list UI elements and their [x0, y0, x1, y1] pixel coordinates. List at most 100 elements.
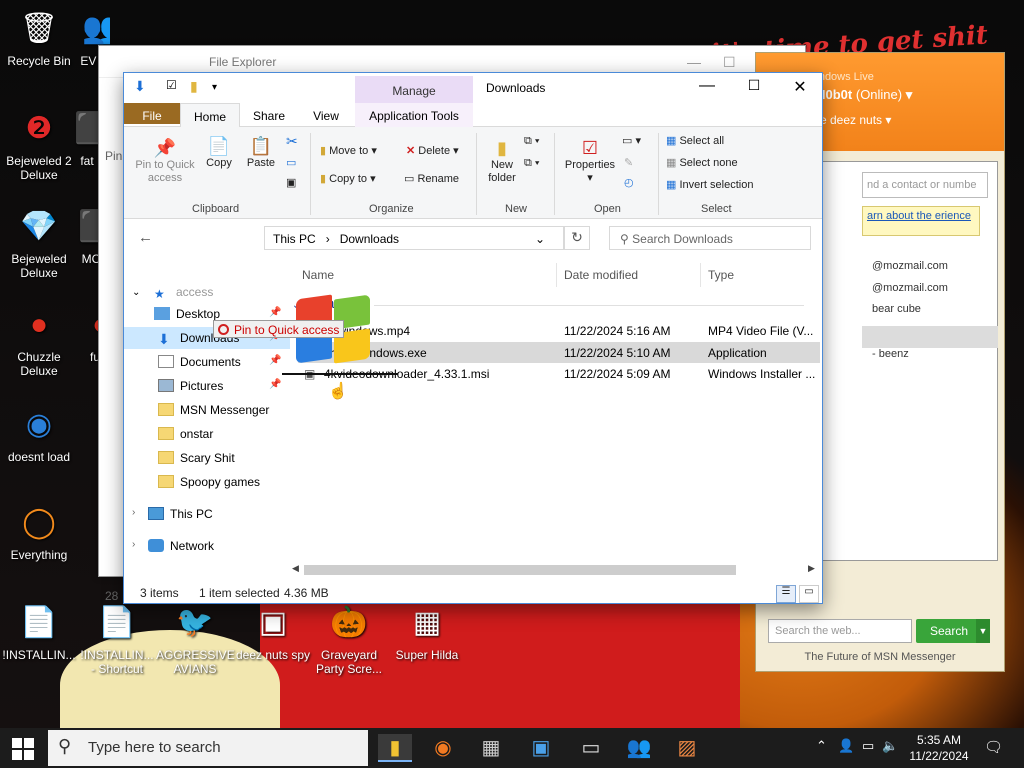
file-explorer-window[interactable]: ⬇ ☑ ▮ ▾ Manage Downloads — ☐ ✕ File Home… — [123, 72, 823, 604]
taskbar-file-explorer-icon[interactable]: ▮ — [378, 734, 412, 762]
desktop-icon-bejeweled2[interactable]: ❷ Bejeweled 2 Deluxe — [0, 108, 78, 183]
taskbar-firefox-icon[interactable]: ◉ — [428, 734, 458, 762]
nav-item-pictures[interactable]: Pictures — [158, 375, 223, 397]
taskbar-app-icon[interactable]: ▦ — [476, 734, 506, 762]
taskbar-virtualbox-icon[interactable]: ▣ — [526, 734, 556, 762]
file-row-selected[interactable]: ⚑ chilledwindows.exe 11/22/2024 5:10 AM … — [298, 342, 820, 363]
select-none-button[interactable]: ▦ Select none — [666, 157, 738, 170]
background-maximize-icon[interactable]: ☐ — [723, 54, 736, 71]
customize-quick-access-icon[interactable]: ▾ — [212, 82, 217, 93]
taskbar-search-box[interactable]: ⚲ Type here to search — [48, 730, 368, 766]
invert-selection-button[interactable]: ▦ Invert selection — [666, 179, 753, 192]
tray-volume-icon[interactable]: 🔈 — [882, 738, 898, 754]
history-icon[interactable]: ◴ — [624, 177, 634, 190]
desktop-icon-deez-nuts-spy[interactable]: ▣ deez nuts spy — [234, 602, 312, 663]
copy-path-icon[interactable]: ▭ — [286, 157, 296, 170]
refresh-icon[interactable]: ↻ — [564, 226, 590, 250]
expand-quick-access-icon[interactable]: ⌄ — [132, 283, 140, 305]
expand-network-icon[interactable]: › — [132, 535, 135, 557]
scroll-right-icon[interactable]: ▶ — [808, 563, 815, 574]
nav-item-quick-access[interactable]: ★ access — [154, 281, 213, 303]
msn-find-contact-input[interactable]: nd a contact or numbe — [862, 172, 988, 198]
back-arrow-icon[interactable]: ← — [138, 229, 153, 246]
nav-item-msn-messenger[interactable]: MSN Messenger — [158, 399, 269, 421]
new-folder-button[interactable]: ▮ New folder — [482, 137, 522, 185]
desktop-icon-aggressive-avians[interactable]: 🐦 AGGRESSIVE AVIANS — [156, 602, 235, 677]
msn-search-dropdown-icon[interactable]: ▼ — [976, 619, 990, 643]
msn-web-search-input[interactable]: Search the web... — [768, 619, 912, 643]
tab-home[interactable]: Home — [180, 103, 240, 128]
breadcrumb-downloads[interactable]: Downloads — [340, 232, 399, 246]
nav-item-documents[interactable]: Documents — [158, 351, 241, 373]
column-divider[interactable] — [556, 263, 557, 287]
details-view-icon[interactable]: ☰ — [776, 585, 796, 603]
tray-msn-icon[interactable]: 👤 — [838, 738, 854, 754]
tab-file[interactable]: File — [124, 103, 180, 124]
delete-button[interactable]: ✕ Delete ▾ — [406, 145, 459, 158]
open-icon[interactable]: ▭ ▾ — [622, 135, 641, 148]
tab-share[interactable]: Share — [244, 103, 294, 127]
rename-button[interactable]: ▭ Rename — [404, 173, 459, 186]
desktop-icon-doesnt-load[interactable]: ◉ doesnt load — [0, 404, 78, 465]
desktop-icon-everything[interactable]: ◯ Everything — [0, 502, 78, 563]
taskbar-clock[interactable]: 5:35 AM 11/22/2024 — [898, 732, 980, 764]
nav-item-network[interactable]: Network — [148, 535, 214, 557]
msn-contact[interactable]: @mozmail.com — [872, 260, 948, 272]
nav-item-onstar[interactable]: onstar — [158, 423, 213, 445]
tray-network-icon[interactable]: ▭ — [862, 738, 874, 754]
desktop-icon-recycle-bin[interactable]: 🗑 Recycle Bin — [0, 8, 78, 69]
new-item-icon[interactable]: ⧉ ▾ — [524, 135, 540, 148]
desktop-icon-chuzzle[interactable]: ● Chuzzle Deluxe — [0, 304, 78, 379]
close-icon[interactable]: ✕ — [777, 77, 822, 97]
msn-contact[interactable]: bear cube — [872, 303, 921, 315]
taskbar-msn-icon[interactable]: 👥 — [624, 734, 654, 762]
edit-icon[interactable]: ✎ — [624, 157, 633, 170]
properties-button[interactable]: ☑ Properties ▾ — [562, 137, 618, 185]
nav-item-this-pc[interactable]: This PC — [148, 503, 213, 525]
move-to-button[interactable]: ▮ Move to ▾ — [320, 145, 377, 158]
column-name[interactable]: Name — [302, 268, 334, 282]
quick-access-down-arrow-icon[interactable]: ⬇ — [134, 78, 146, 95]
chevron-down-icon[interactable]: ⌄ — [535, 232, 545, 246]
copy-button[interactable]: 📄 Copy — [202, 135, 236, 170]
desktop-icon-super-hilda[interactable]: ▦ Super Hilda — [388, 602, 466, 663]
msn-user-line[interactable]: VM0b0t (Online) ▾ — [806, 87, 1004, 103]
msn-learn-link[interactable]: arn about the erience — [862, 206, 980, 236]
file-row[interactable]: edwindows.mp4 11/22/2024 5:16 AM MP4 Vid… — [298, 320, 820, 341]
msn-contact[interactable]: @mozmail.com — [872, 282, 948, 294]
column-divider[interactable] — [700, 263, 701, 287]
desktop-icon-bejeweled[interactable]: 💎 Bejeweled Deluxe — [0, 206, 78, 281]
large-icons-view-icon[interactable]: ▭ — [799, 585, 819, 603]
tray-overflow-chevron-icon[interactable]: ⌃ — [816, 738, 827, 754]
pin-quick-access-button[interactable]: 📌 Pin to Quick access — [130, 137, 200, 185]
expand-this-pc-icon[interactable]: › — [132, 503, 135, 525]
paste-button[interactable]: 📋 Paste — [242, 135, 280, 170]
cut-icon[interactable]: ✂ — [286, 134, 298, 148]
properties-check-icon[interactable]: ☑ — [166, 78, 177, 92]
nav-item-spoopy-games[interactable]: Spoopy games — [158, 471, 260, 493]
horizontal-scrollbar[interactable]: ◀ ▶ — [290, 563, 820, 577]
scrollbar-thumb[interactable] — [304, 565, 736, 575]
msn-contact[interactable]: - beenz — [872, 348, 909, 360]
tab-view[interactable]: View — [300, 103, 352, 127]
desktop-icon-installing[interactable]: 📄 !INSTALLIN... — [0, 602, 78, 663]
msn-personal-message[interactable]: rate deez nuts ▾ — [806, 113, 1004, 127]
start-windows-icon[interactable] — [12, 738, 34, 760]
breadcrumb-this-pc[interactable]: This PC — [273, 232, 316, 246]
select-all-button[interactable]: ▦ Select all — [666, 135, 724, 148]
background-minimize-icon[interactable]: — — [687, 54, 701, 70]
taskbar-game-icon[interactable]: ▨ — [672, 734, 702, 762]
copy-to-button[interactable]: ▮ Copy to ▾ — [320, 173, 376, 186]
search-input[interactable]: ⚲ Search Downloads — [609, 226, 811, 250]
address-bar[interactable]: This PC › Downloads ⌄ — [264, 226, 564, 250]
paste-shortcut-icon[interactable]: ▣ — [286, 177, 296, 190]
column-type[interactable]: Type — [708, 268, 734, 282]
taskbar-window-icon[interactable]: ▭ — [576, 734, 606, 762]
scroll-left-icon[interactable]: ◀ — [292, 563, 299, 574]
tab-application-tools[interactable]: Application Tools — [355, 103, 473, 127]
maximize-icon[interactable]: ☐ — [731, 77, 777, 94]
column-date-modified[interactable]: Date modified — [564, 268, 638, 282]
new-folder-quick-icon[interactable]: ▮ — [190, 78, 198, 95]
easy-access-icon[interactable]: ⧉ ▾ — [524, 157, 540, 170]
notifications-icon[interactable]: 🗨 — [984, 738, 1003, 756]
